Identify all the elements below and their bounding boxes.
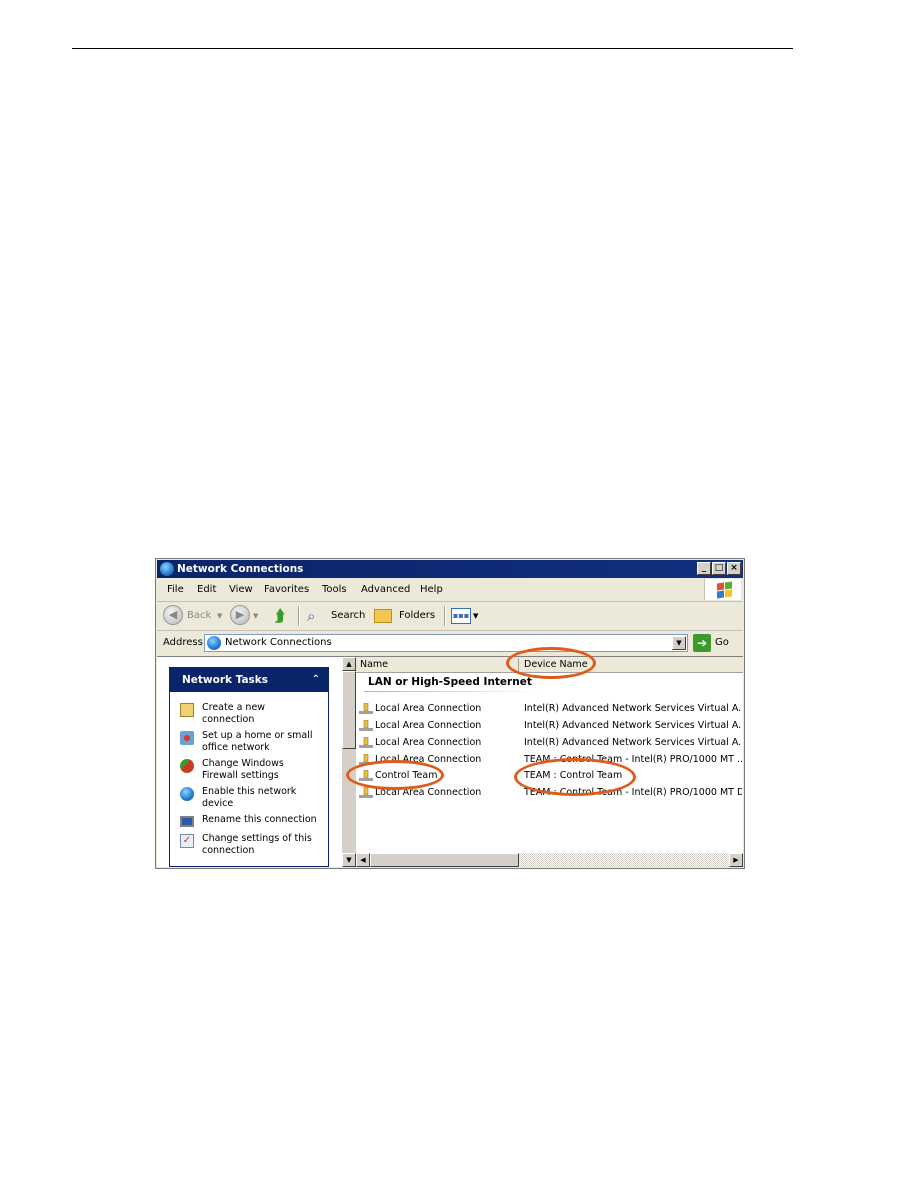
menu-file[interactable]: File: [167, 584, 184, 595]
windows-logo-icon: [704, 579, 741, 600]
lan-connection-icon: [359, 753, 373, 766]
network-tasks-title: Network Tasks: [182, 674, 269, 686]
scroll-up-button[interactable]: ▲: [342, 657, 356, 671]
menu-help[interactable]: Help: [420, 584, 443, 595]
close-button[interactable]: ×: [727, 562, 741, 575]
up-folder-icon[interactable]: ⮭: [275, 606, 284, 626]
folders-icon[interactable]: [374, 609, 392, 623]
back-dropdown-icon[interactable]: ▼: [217, 606, 222, 626]
address-label: Address: [163, 637, 203, 648]
lan-connection-icon: [359, 702, 373, 715]
search-icon[interactable]: ⌕: [307, 606, 315, 626]
minimize-button[interactable]: _: [697, 562, 711, 575]
lan-connection-icon: [359, 786, 373, 799]
task-pane: Network Tasks ⌃ Create a new connection …: [157, 657, 340, 867]
list-item[interactable]: Local Area Connection Intel(R) Advanced …: [356, 735, 743, 751]
window-title: Network Connections: [177, 563, 304, 575]
toolbar-separator: [444, 606, 446, 626]
page-header-rule: [72, 48, 793, 49]
rename-icon: [180, 816, 194, 827]
horizontal-scrollbar[interactable]: ◀ ▶: [356, 853, 743, 867]
scroll-left-button[interactable]: ◀: [356, 853, 370, 867]
forward-arrow-icon[interactable]: ▶: [230, 605, 250, 625]
menu-tools[interactable]: Tools: [322, 584, 347, 595]
views-icon[interactable]: ▪▪▪: [451, 608, 471, 624]
views-dropdown-icon[interactable]: ▼: [473, 606, 478, 626]
vertical-scrollbar[interactable]: ▲ ▼: [341, 657, 356, 867]
horizontal-scroll-thumb[interactable]: [370, 853, 519, 867]
title-bar[interactable]: Network Connections _ □ ×: [157, 560, 743, 578]
go-label: Go: [715, 637, 729, 648]
address-bar: Address Network Connections ▼ ➔ Go: [157, 631, 743, 655]
content-area: Network Tasks ⌃ Create a new connection …: [157, 656, 743, 867]
address-value: Network Connections: [225, 637, 332, 648]
network-globe-icon: [160, 562, 174, 576]
group-header: LAN or High-Speed Internet: [368, 676, 532, 688]
menu-favorites[interactable]: Favorites: [264, 584, 309, 595]
network-tasks-panel: Network Tasks ⌃ Create a new connection …: [169, 667, 329, 867]
connections-list: Name Device Name LAN or High-Speed Inter…: [356, 657, 743, 867]
network-connections-window: Network Connections _ □ × File Edit View…: [155, 558, 745, 869]
toolbar: ◀ Back ▼ ▶ ▼ ⮭ ⌕ Search Folders ▪▪▪ ▼: [157, 602, 743, 631]
address-input[interactable]: Network Connections ▼: [204, 634, 688, 652]
menu-advanced[interactable]: Advanced: [361, 584, 410, 595]
list-item[interactable]: Local Area Connection Intel(R) Advanced …: [356, 701, 743, 717]
list-item[interactable]: Local Area Connection Intel(R) Advanced …: [356, 718, 743, 734]
lan-connection-icon: [359, 719, 373, 732]
home-network-icon: [180, 731, 194, 745]
vertical-scroll-thumb[interactable]: [342, 671, 356, 749]
network-tasks-header[interactable]: Network Tasks ⌃: [170, 668, 328, 692]
maximize-button[interactable]: □: [712, 562, 726, 575]
lan-connection-icon: [359, 736, 373, 749]
team-connection-icon: [359, 769, 373, 782]
column-divider[interactable]: [518, 658, 519, 671]
scroll-down-button[interactable]: ▼: [342, 853, 356, 867]
forward-dropdown-icon[interactable]: ▼: [253, 606, 258, 626]
back-arrow-icon[interactable]: ◀: [163, 605, 183, 625]
list-item[interactable]: Local Area Connection TEAM : Control Tea…: [356, 785, 743, 801]
address-dropdown-button[interactable]: ▼: [672, 636, 686, 650]
menu-edit[interactable]: Edit: [197, 584, 216, 595]
go-arrow-icon: ➔: [693, 634, 711, 652]
collapse-chevron-icon[interactable]: ⌃: [312, 668, 320, 692]
list-item-control-team[interactable]: Control Team TEAM : Control Team: [356, 768, 743, 784]
column-name[interactable]: Name: [360, 659, 388, 670]
enable-device-icon: [180, 787, 194, 801]
back-button[interactable]: Back: [187, 606, 211, 626]
network-globe-icon: [207, 636, 221, 650]
list-item[interactable]: Local Area Connection TEAM : Control Tea…: [356, 752, 743, 768]
menu-view[interactable]: View: [229, 584, 253, 595]
column-device-name[interactable]: Device Name: [524, 659, 588, 670]
menu-bar: File Edit View Favorites Tools Advanced …: [157, 579, 743, 602]
group-divider: [364, 691, 544, 692]
column-header: Name Device Name: [356, 657, 743, 673]
new-connection-icon: [180, 703, 194, 717]
scroll-right-button[interactable]: ▶: [729, 853, 743, 867]
folders-button[interactable]: Folders: [399, 606, 435, 626]
firewall-icon: [180, 759, 194, 773]
settings-icon: ✓: [180, 834, 194, 848]
search-button[interactable]: Search: [331, 606, 365, 626]
toolbar-separator: [298, 606, 300, 626]
